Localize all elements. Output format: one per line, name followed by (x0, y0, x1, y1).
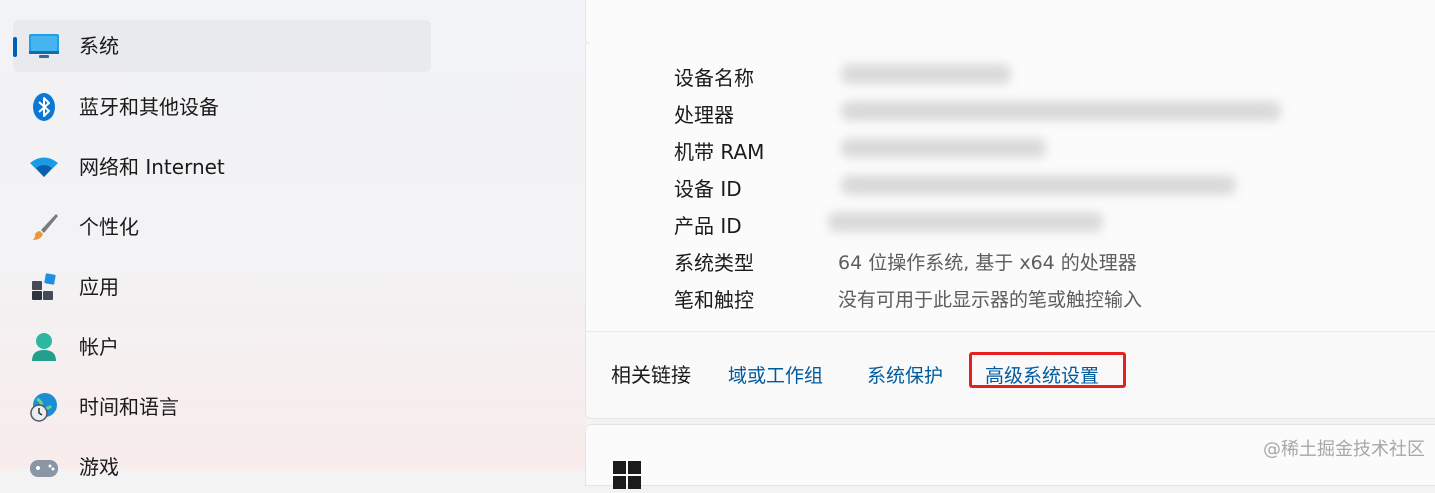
gamepad-icon (28, 451, 60, 483)
link-advanced-system-settings[interactable]: 高级系统设置 (985, 361, 1099, 388)
spec-label-system-type: 系统类型 (674, 251, 754, 275)
sidebar-item-personalization[interactable]: 个性化 (13, 201, 431, 253)
sidebar-item-accounts[interactable]: 帐户 (13, 321, 431, 373)
sidebar-item-label: 网络和 Internet (79, 155, 225, 179)
redacted-value (841, 64, 1011, 84)
spec-label-pen-touch: 笔和触控 (674, 288, 754, 312)
related-links-label: 相关链接 (611, 363, 691, 387)
clock-globe-icon (28, 391, 60, 423)
selection-indicator (13, 37, 17, 57)
device-specs-card: 设备名称 处理器 机带 RAM 设备 ID 产品 ID 系统类型 64 位操作系… (585, 44, 1435, 331)
account-icon (28, 331, 60, 363)
device-specs-header[interactable] (585, 0, 1435, 45)
spec-label-device-name: 设备名称 (674, 66, 754, 90)
sidebar-item-gaming[interactable]: 游戏 (13, 441, 431, 493)
spec-label-processor: 处理器 (674, 103, 734, 127)
related-links-bar: 相关链接 域或工作组 系统保护 高级系统设置 (585, 331, 1435, 419)
watermark: @稀土掘金技术社区 (1263, 439, 1425, 460)
sidebar-item-apps[interactable]: 应用 (13, 261, 431, 313)
sidebar-item-label: 帐户 (79, 335, 119, 359)
wifi-icon (28, 151, 60, 183)
link-domain-workgroup[interactable]: 域或工作组 (728, 361, 823, 388)
spec-value-system-type: 64 位操作系统, 基于 x64 的处理器 (838, 252, 1137, 274)
redacted-value (841, 175, 1236, 195)
sidebar-item-label: 游戏 (79, 455, 119, 479)
spec-value-pen-touch: 没有可用于此显示器的笔或触控输入 (838, 289, 1143, 311)
sidebar-item-network[interactable]: 网络和 Internet (13, 141, 431, 193)
sidebar-item-label: 蓝牙和其他设备 (79, 95, 219, 119)
sidebar-item-label: 个性化 (79, 215, 139, 239)
sidebar-item-bluetooth[interactable]: 蓝牙和其他设备 (13, 81, 431, 133)
spec-label-device-id: 设备 ID (674, 177, 742, 201)
sidebar-item-system[interactable]: 系统 (13, 20, 431, 72)
sidebar-item-label: 系统 (79, 34, 119, 58)
redacted-value (841, 138, 1046, 158)
spec-label-ram: 机带 RAM (674, 140, 765, 164)
sidebar-item-label: 应用 (79, 275, 119, 299)
partial-icon (28, 0, 58, 4)
windows-logo-icon (613, 461, 641, 489)
sidebar: 系统 蓝牙和其他设备 网络和 Internet 个性化 应用 帐户 时间和语言 … (0, 0, 585, 479)
paintbrush-icon (28, 211, 60, 243)
redacted-value (828, 212, 1103, 232)
link-system-protection[interactable]: 系统保护 (867, 361, 943, 388)
bluetooth-icon (28, 91, 60, 123)
info-icon (616, 0, 638, 5)
sidebar-item-time-language[interactable]: 时间和语言 (13, 381, 431, 433)
spec-label-product-id: 产品 ID (674, 214, 742, 238)
apps-icon (28, 271, 60, 303)
monitor-icon (28, 30, 60, 62)
redacted-value (841, 101, 1281, 121)
sidebar-item-label: 时间和语言 (79, 395, 179, 419)
